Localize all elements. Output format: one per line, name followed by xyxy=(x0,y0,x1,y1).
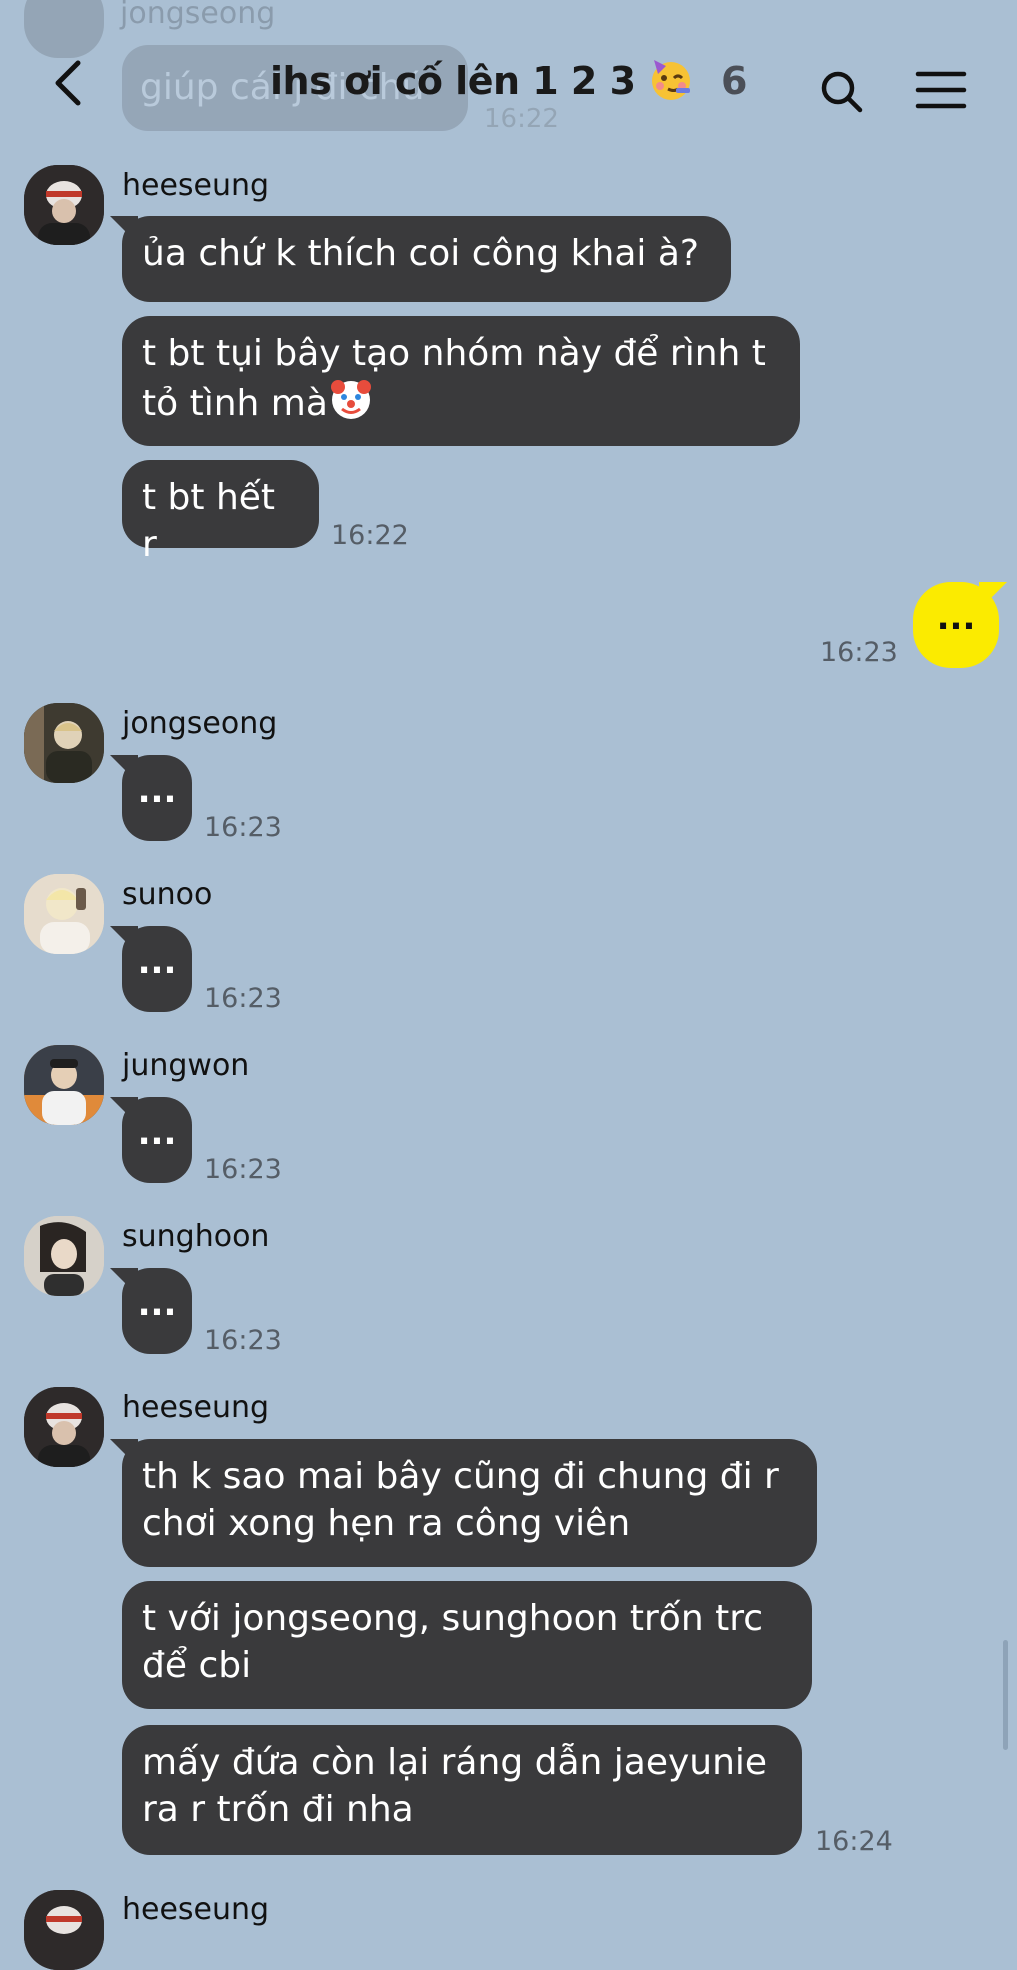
chat-title-text: ihs ơi cố lên 1 2 3 xyxy=(270,59,636,103)
message-bubble[interactable]: t với jongseong, sunghoon trốn trc để cb… xyxy=(122,1581,812,1709)
sender-name: sunghoon xyxy=(122,1219,270,1254)
message-bubble[interactable]: ... xyxy=(122,755,192,841)
message-bubble[interactable]: t bt tụi bây tạo nhóm này để rình t tỏ t… xyxy=(122,316,800,446)
sender-name: heeseung xyxy=(122,168,270,203)
party-face-emoji xyxy=(648,56,694,102)
avatar-jungwon[interactable] xyxy=(24,1045,104,1125)
own-message-bubble[interactable]: ... xyxy=(913,582,999,668)
search-icon[interactable] xyxy=(818,68,868,118)
message-bubble[interactable]: ủa chứ k thích coi công khai à? xyxy=(122,216,731,302)
sender-name: jongseong xyxy=(122,706,278,741)
message-time: 16:24 xyxy=(815,1826,893,1857)
sender-name: heeseung xyxy=(122,1390,270,1425)
message-bubble[interactable]: ... xyxy=(122,1097,192,1183)
message-bubble[interactable]: t bt hết r xyxy=(122,460,319,565)
message-time: 16:23 xyxy=(204,983,282,1014)
message-bubble[interactable]: ... xyxy=(122,926,192,1012)
avatar-jongseong[interactable] xyxy=(24,703,104,783)
message-time: 16:23 xyxy=(820,637,898,668)
own-message-text: ... xyxy=(936,598,976,638)
message-time: 16:22 xyxy=(331,520,409,551)
message-bubble[interactable]: ... xyxy=(122,1268,192,1354)
message-text: t bt tụi bây tạo nhóm này để rình t tỏ t… xyxy=(142,333,766,424)
clown-face-emoji xyxy=(328,377,374,423)
message-time: 16:23 xyxy=(204,1325,282,1356)
scrollbar[interactable] xyxy=(1003,1640,1008,1750)
avatar-sunghoon[interactable] xyxy=(24,1216,104,1296)
avatar-heeseung[interactable] xyxy=(24,1890,104,1970)
member-count: 6 xyxy=(721,59,747,103)
message-time: 16:23 xyxy=(204,1154,282,1185)
avatar-heeseung[interactable] xyxy=(24,165,104,245)
sender-name: sunoo xyxy=(122,877,213,912)
chat-header: ihs ơi cố lên 1 2 3 6 xyxy=(0,0,1017,170)
sender-name: jungwon xyxy=(122,1048,250,1083)
message-bubble[interactable]: mấy đứa còn lại ráng dẫn jaeyunie ra r t… xyxy=(122,1725,802,1855)
message-bubble[interactable]: th k sao mai bây cũng đi chung đi r chơi… xyxy=(122,1439,817,1567)
message-time: 16:23 xyxy=(204,812,282,843)
avatar-heeseung[interactable] xyxy=(24,1387,104,1467)
sender-name: heeseung xyxy=(122,1892,270,1927)
menu-icon[interactable] xyxy=(914,70,968,110)
avatar-sunoo[interactable] xyxy=(24,874,104,954)
